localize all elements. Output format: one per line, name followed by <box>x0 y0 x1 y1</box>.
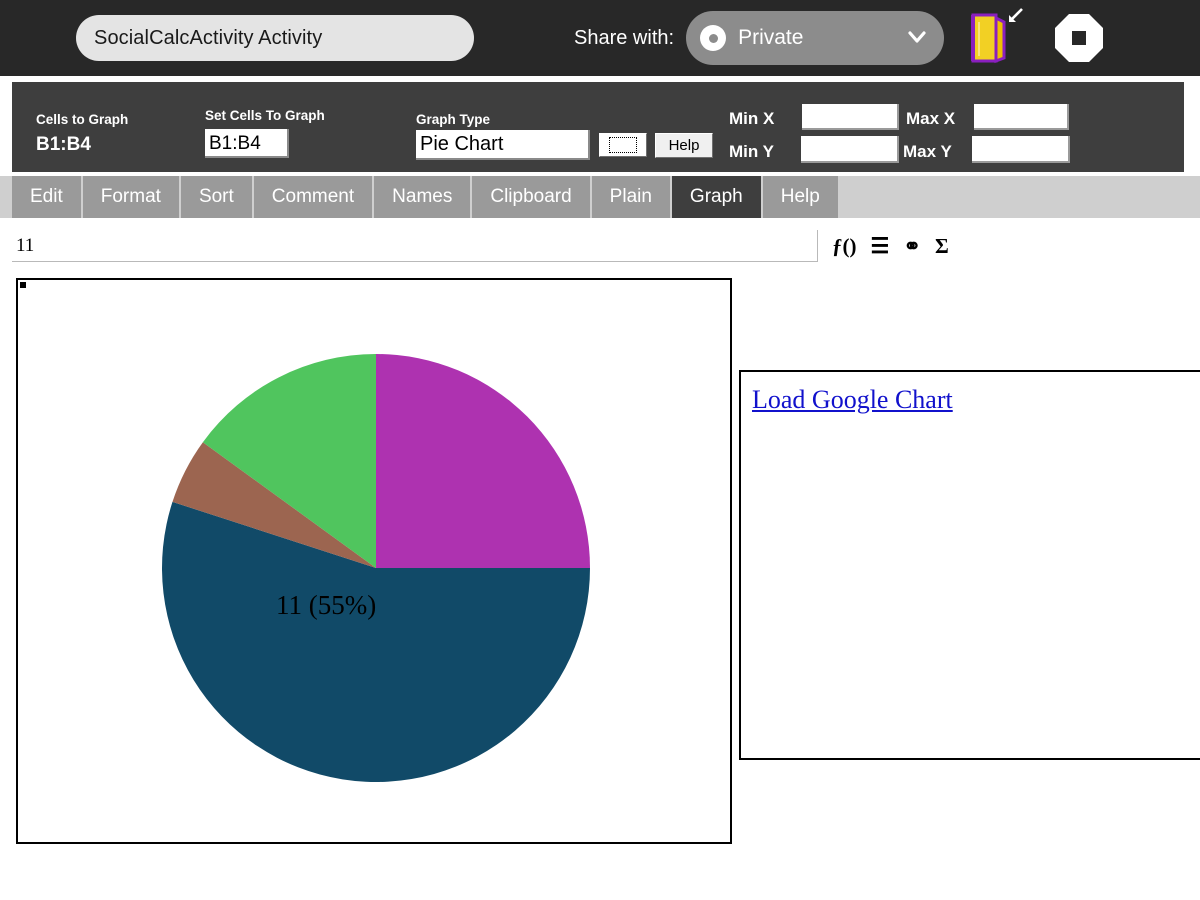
graph-render-panel: 11 (55%)1 (5%)3 (15%)5 (25%) <box>16 278 732 844</box>
tab-graph[interactable]: Graph <box>671 176 763 218</box>
max-x-label: Max X <box>906 109 956 128</box>
function-icon[interactable]: ƒ() <box>832 235 857 257</box>
min-y-input[interactable] <box>801 136 899 163</box>
pie-chart-svg <box>162 354 590 782</box>
tab-edit[interactable]: Edit <box>12 176 83 218</box>
share-with-dropdown[interactable]: Private <box>686 11 945 65</box>
cells-to-graph-value: B1:B4 <box>36 134 91 155</box>
max-x-input[interactable] <box>974 104 1069 130</box>
min-x-label: Min X <box>729 109 775 128</box>
set-cells-to-graph-input[interactable]: B1:B4 <box>205 129 289 158</box>
chevron-down-icon <box>908 28 926 46</box>
activity-book-icon[interactable] <box>966 8 1023 64</box>
min-x-input[interactable] <box>802 104 899 130</box>
tab-format[interactable]: Format <box>82 176 181 218</box>
graph-help-button[interactable]: Help <box>655 133 713 158</box>
formula-bar-icons: ƒ() ☰ ⚭ Σ <box>832 230 949 262</box>
max-y-label: Max Y <box>903 142 952 161</box>
apply-graph-button[interactable] <box>599 133 647 157</box>
set-cells-to-graph-label: Set Cells To Graph <box>205 108 325 123</box>
tab-clipboard[interactable]: Clipboard <box>472 176 592 218</box>
stop-activity-button[interactable] <box>1052 11 1106 65</box>
socialcalc-activity-window: SocialCalcActivity Activity Share with: … <box>0 0 1200 900</box>
sum-sigma-icon[interactable]: Σ <box>935 235 949 257</box>
load-google-chart-link[interactable]: Load Google Chart <box>752 385 953 415</box>
pie-chart: 11 (55%)1 (5%)3 (15%)5 (25%) <box>18 280 730 842</box>
text-lines-icon[interactable]: ☰ <box>871 235 890 257</box>
min-y-label: Min Y <box>729 142 775 161</box>
sugar-activity-toolbar: SocialCalcActivity Activity Share with: … <box>0 0 1200 76</box>
private-radio-icon <box>700 25 727 51</box>
share-with-value: Private <box>738 26 804 49</box>
activity-title-field[interactable]: SocialCalcActivity Activity <box>76 15 474 61</box>
graph-type-label: Graph Type <box>416 112 491 127</box>
formula-bar: 11 ƒ() ☰ ⚭ Σ <box>0 226 1200 270</box>
tab-comment[interactable]: Comment <box>253 176 375 218</box>
max-y-input[interactable] <box>972 136 1070 163</box>
pie-slice <box>376 354 590 568</box>
tab-help[interactable]: Help <box>762 176 840 218</box>
link-icon[interactable]: ⚭ <box>903 235 921 257</box>
tab-sort[interactable]: Sort <box>180 176 254 218</box>
graph-options-toolbar: Cells to Graph B1:B4 Set Cells To Graph … <box>12 82 1184 172</box>
formula-input[interactable]: 11 <box>12 230 818 262</box>
graph-type-select[interactable]: Pie Chart <box>416 130 590 160</box>
pie-slice-label: 11 (55%) <box>276 590 377 620</box>
socialcalc-tabbar: Edit Format Sort Comment Names Clipboard Plain… <box>0 176 1200 218</box>
resize-arrow-icon <box>1004 6 1024 26</box>
cells-to-graph-label: Cells to Graph <box>36 112 129 127</box>
tab-names[interactable]: Names <box>374 176 473 218</box>
tab-plain[interactable]: Plain <box>591 176 672 218</box>
google-chart-panel: Load Google Chart <box>739 370 1200 760</box>
share-with-label: Share with: <box>574 26 675 49</box>
